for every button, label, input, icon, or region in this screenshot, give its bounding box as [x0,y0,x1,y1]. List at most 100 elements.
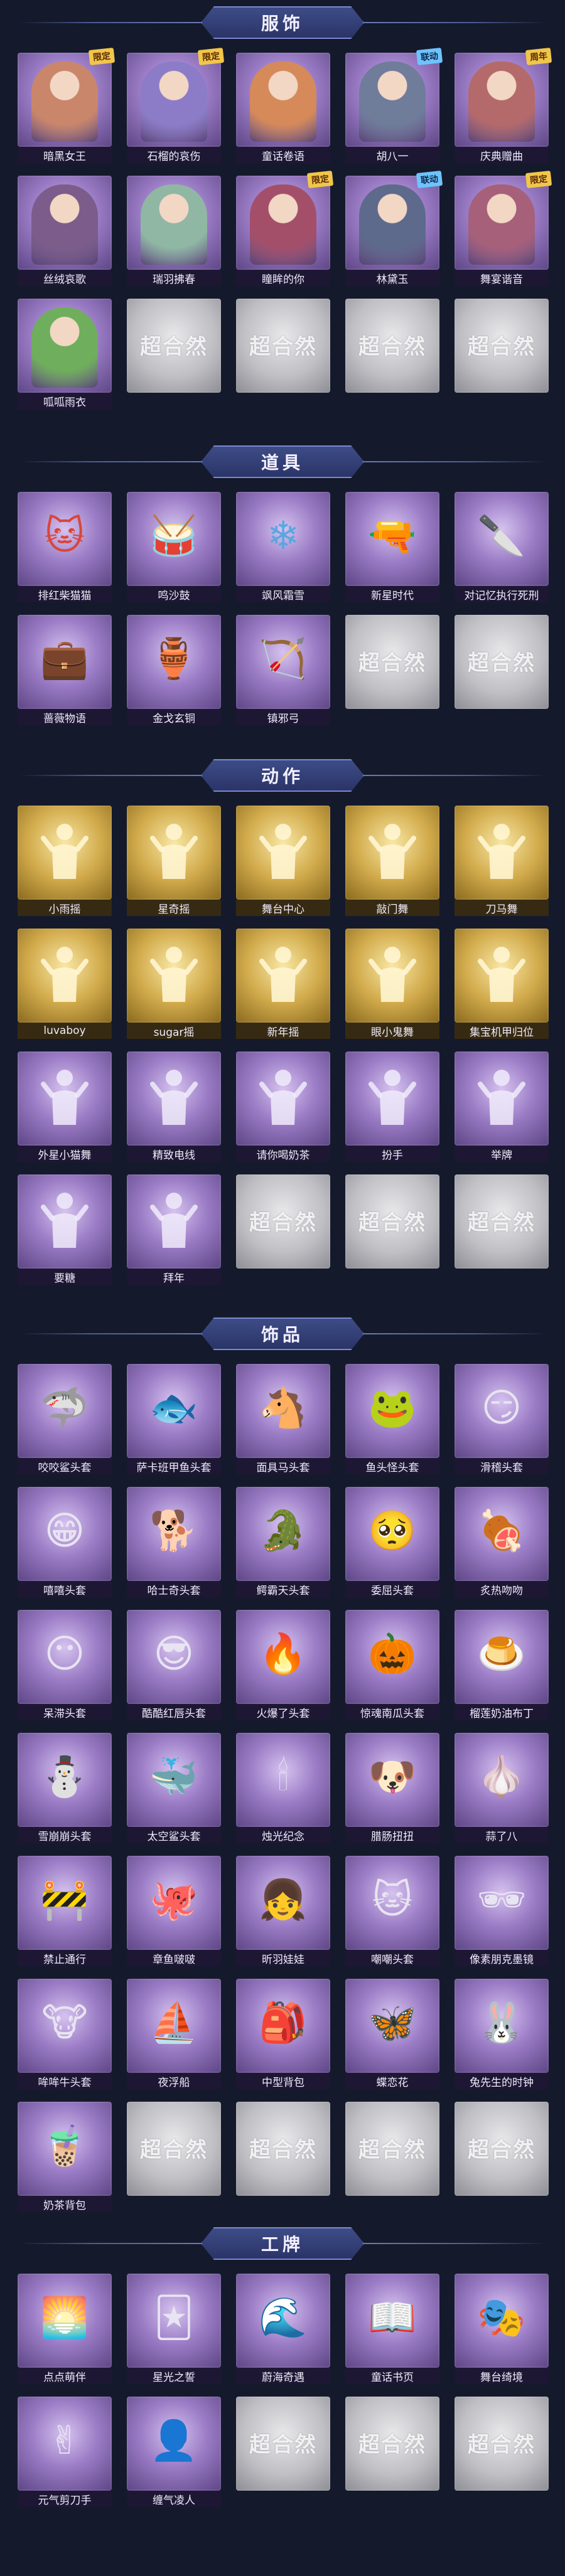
item-card[interactable]: 限定 舞宴谐音 [455,170,552,286]
item-card[interactable]: 眼小鬼舞 [345,929,439,1039]
item-grid: 限定 暗黑女王 限定 石榴的哀伤 童话卷语 联动 胡八一 周年 庆典赠曲丝绒哀歌 瑞羽拂春 限定 瞳眸… [18,47,552,422]
item-name: 缠气凌人 [127,2491,221,2507]
character-portrait [468,184,535,265]
item-card[interactable]: 🐴 面具马头套 [236,1364,330,1474]
item-card[interactable]: 🦋 蝶恋花 [345,1979,439,2089]
item-card[interactable]: 🎃 惊魂南瓜头套 [345,1610,439,1720]
empty-watermark: 超合然 [358,650,426,676]
item-card[interactable]: 😶 呆滞头套 [18,1610,112,1720]
empty-slot: 超合然 [127,299,221,409]
item-card[interactable]: 🐟 萨卡班甲鱼头套 [127,1364,221,1474]
item-card[interactable]: 🧄 蒜了八 [455,1733,549,1843]
item-card[interactable]: 🐕 哈士奇头套 [127,1487,221,1597]
item-card[interactable]: 🏺 金戈玄铜 [127,615,221,725]
item-card[interactable]: 🥁 鸣沙鼓 [127,492,221,602]
item-card[interactable]: 🔫 新星时代 [345,492,439,602]
item-name: 奶茶背包 [18,2196,112,2212]
gesture-silhouette-icon [150,1193,198,1248]
item-card[interactable]: 🌊 蔚海奇遇 [236,2274,330,2384]
item-card[interactable]: 🍖 炙热吻吻 [455,1487,549,1597]
item-card[interactable]: 📖 童话书页 [345,2274,439,2384]
item-card[interactable]: 🕶 像素朋克墨镜 [455,1856,549,1966]
gesture-silhouette-icon [41,1070,89,1125]
item-icon: ✌ [48,2417,81,2463]
item-card[interactable]: 🚧 禁止通行 [18,1856,112,1966]
item-card[interactable]: 丝绒哀歌 [18,176,112,286]
item-name: 委屈头套 [345,1581,439,1597]
item-card[interactable]: 🏹 镇邪弓 [236,615,330,725]
item-card[interactable]: 🌅 点点萌伴 [18,2274,112,2384]
item-card[interactable]: 😏 滑稽头套 [455,1364,549,1474]
item-card[interactable]: ⛄ 雪崩崩头套 [18,1733,112,1843]
item-card[interactable]: 请你喝奶茶 [236,1051,330,1162]
item-card[interactable]: 🥺 委屈头套 [345,1487,439,1597]
item-card[interactable]: 🐱 排红柴猫猫 [18,492,112,602]
gesture-silhouette-icon [478,947,525,1002]
empty-watermark: 超合然 [249,334,317,359]
item-card[interactable]: 💼 蔷薇物语 [18,615,112,725]
section-header: 服饰 [0,0,565,45]
item-card[interactable]: 🐊 鳄霸天头套 [236,1487,330,1597]
item-card[interactable]: ✌ 元气剪刀手 [18,2397,112,2507]
item-icon: 🎒 [259,1999,308,2045]
item-card[interactable]: ❄ 飒风霜雪 [236,492,330,602]
empty-watermark: 超合然 [249,2137,317,2163]
item-card[interactable]: 联动 林黛玉 [345,170,443,286]
item-card[interactable]: 限定 石榴的哀伤 [127,47,225,163]
item-card[interactable]: 🐰 兔先生的时钟 [455,1979,549,2089]
item-name: 鱼头怪头套 [345,1458,439,1474]
item-card[interactable]: 🦈 咬咬鲨头套 [18,1364,112,1474]
item-card[interactable]: 扮手 [345,1051,439,1162]
item-card[interactable]: sugar摇 [127,929,221,1039]
item-card[interactable]: 😁 嘻嘻头套 [18,1487,112,1597]
item-card[interactable]: 限定 瞳眸的你 [236,170,334,286]
item-card[interactable]: 新年摇 [236,929,330,1039]
item-card[interactable]: 😎 酷酷红唇头套 [127,1610,221,1720]
item-card[interactable]: 🧋 奶茶背包 [18,2102,112,2212]
empty-slot: 超合然 [127,2102,221,2212]
item-card[interactable]: 星奇摇 [127,806,221,916]
item-card[interactable]: 🐶 腊肠扭扭 [345,1733,439,1843]
item-card[interactable]: 周年 庆典赠曲 [455,47,552,163]
item-card[interactable]: 举牌 [455,1051,549,1162]
item-card[interactable]: 集宝机甲归位 [455,929,549,1039]
item-card[interactable]: ⛵ 夜浮船 [127,1979,221,2089]
item-card[interactable]: luvaboy [18,929,112,1039]
item-card[interactable]: 要糖 [18,1174,112,1285]
item-card[interactable]: 🃏 星光之誓 [127,2274,221,2384]
item-card[interactable]: 👤 缠气凌人 [127,2397,221,2507]
item-icon: 🐶 [368,1754,417,1799]
item-card[interactable]: 🐙 章鱼啵啵 [127,1856,221,1966]
item-card[interactable]: 小雨摇 [18,806,112,916]
item-card[interactable]: 🍮 榴莲奶油布丁 [455,1610,549,1720]
inventory-page: 服饰 限定 暗黑女王 限定 石榴的哀伤 童话卷语 联动 胡八一 周年 庆典赠曲 丝绒哀歌 瑞羽拂春 限定… [0,0,565,2576]
item-card[interactable]: 🎒 中型背包 [236,1979,330,2089]
item-card[interactable]: 🐮 哞哞牛头套 [18,1979,112,2089]
item-card[interactable]: 限定 暗黑女王 [18,47,116,163]
item-card[interactable]: 🎭 舞台绮境 [455,2274,549,2384]
item-card[interactable]: 呱呱雨衣 [18,299,112,409]
item-card[interactable]: 🕯 烛光纪念 [236,1733,330,1843]
item-card[interactable]: 🔪 对记忆执行死刑 [455,492,549,602]
item-card[interactable]: 🐱 嘲嘲头套 [345,1856,439,1966]
item-icon: 🌅 [40,2294,89,2340]
item-card[interactable]: 刀马舞 [455,806,549,916]
item-grid: 小雨摇 星奇摇 舞台中心 敲门舞 刀马舞 luvaboy sugar摇 新年摇 眼小鬼舞 集宝机甲… [18,806,549,1297]
item-card[interactable]: 敲门舞 [345,806,439,916]
item-grid: 🦈 咬咬鲨头套 🐟 萨卡班甲鱼头套 🐴 面具马头套 🐸 鱼头怪头套 😏 滑稽头套 😁 嘻嘻头套 🐕 哈士奇… [18,1364,549,2225]
item-card[interactable]: 🐳 太空鲨头套 [127,1733,221,1843]
item-name: 扮手 [345,1146,439,1162]
item-card[interactable]: 瑞羽拂春 [127,176,221,286]
item-card[interactable]: 舞台中心 [236,806,330,916]
item-icon: 🐱 [44,513,85,558]
item-card[interactable]: 童话卷语 [236,53,330,163]
item-card[interactable]: 👧 昕羽娃娃 [236,1856,330,1966]
item-card[interactable]: 拜年 [127,1174,221,1285]
item-name: 榴莲奶油布丁 [455,1704,549,1720]
item-card[interactable]: 外星小猫舞 [18,1051,112,1162]
item-card[interactable]: 🐸 鱼头怪头套 [345,1364,439,1474]
item-card[interactable]: 精致电线 [127,1051,221,1162]
item-card[interactable]: 🔥 火爆了头套 [236,1610,330,1720]
item-card[interactable]: 联动 胡八一 [345,47,443,163]
section-badges: 工牌 🌅 点点萌伴 🃏 星光之誓 🌊 蔚海奇遇 📖 童话书页 🎭 舞台绮境 ✌ 元气剪刀手 👤 缠气凌人 超合… [0,2221,565,2520]
